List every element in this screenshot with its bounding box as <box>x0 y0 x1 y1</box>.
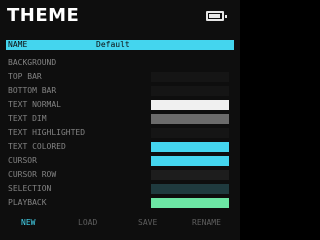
item-top-bar-label[interactable]: TOP BAR <box>8 72 42 82</box>
text-dim-swatch[interactable] <box>151 114 229 124</box>
battery-icon <box>206 11 227 21</box>
rename-button[interactable]: RENAME <box>192 218 221 228</box>
item-background-label[interactable]: BACKGROUND <box>8 58 56 68</box>
battery-level <box>209 14 220 18</box>
bottom-bar: NEW LOAD SAVE RENAME <box>0 214 240 234</box>
item-cursor-row-label[interactable]: CURSOR ROW <box>8 170 56 180</box>
item-cursor-label[interactable]: CURSOR <box>8 156 37 166</box>
cursor-row-swatch[interactable] <box>151 170 229 180</box>
name-label: NAME <box>8 40 28 49</box>
text-colored-swatch[interactable] <box>151 142 229 152</box>
text-highlighted-swatch[interactable] <box>151 128 229 138</box>
item-text-normal-label[interactable]: TEXT NORMAL <box>8 100 61 110</box>
selection-swatch[interactable] <box>151 184 229 194</box>
top-bar-swatch[interactable] <box>151 72 229 82</box>
item-selection-label[interactable]: SELECTION <box>8 184 51 194</box>
theme-screen: THEME NAME Default BACKGROUND TOP BAR BO… <box>0 0 240 240</box>
item-text-colored-label[interactable]: TEXT COLORED <box>8 142 66 152</box>
text-normal-swatch[interactable] <box>151 100 229 110</box>
name-field[interactable]: NAME Default <box>6 40 234 50</box>
item-bottom-bar-label[interactable]: BOTTOM BAR <box>8 86 56 96</box>
page-title: THEME <box>7 5 80 26</box>
cursor-swatch[interactable] <box>151 156 229 166</box>
bottom-bar-swatch[interactable] <box>151 86 229 96</box>
battery-tip <box>225 15 227 18</box>
item-text-highlighted-label[interactable]: TEXT HIGHLIGHTED <box>8 128 85 138</box>
load-button[interactable]: LOAD <box>78 218 97 228</box>
playback-swatch[interactable] <box>151 198 229 208</box>
save-button[interactable]: SAVE <box>138 218 157 228</box>
item-text-dim-label[interactable]: TEXT DIM <box>8 114 47 124</box>
item-playback-label[interactable]: PLAYBACK <box>8 198 47 208</box>
new-button[interactable]: NEW <box>21 218 35 228</box>
name-value[interactable]: Default <box>96 40 130 50</box>
